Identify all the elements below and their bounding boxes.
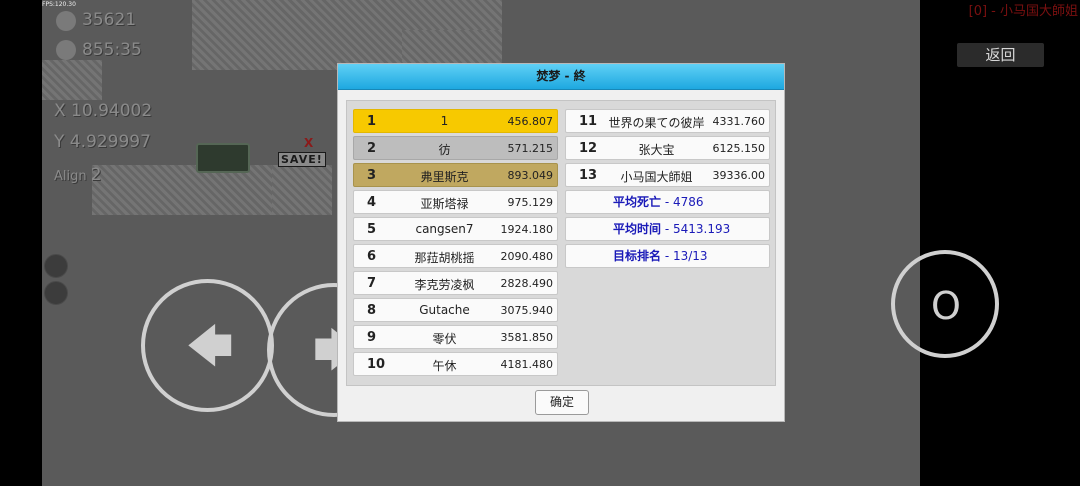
summary-stat: 目标排名 - 13/13 <box>565 244 770 268</box>
clock-icon <box>56 40 76 60</box>
clear-time: 893.049 <box>507 169 554 182</box>
clear-time: 456.807 <box>507 115 554 128</box>
save-point-chip <box>196 143 250 173</box>
ranking-row: 4 亚斯塔禄 975.129 <box>353 190 558 214</box>
summary-stat-label: 平均死亡 <box>613 195 662 209</box>
clear-time: 39336.00 <box>712 169 766 182</box>
clear-time: 4331.760 <box>712 115 766 128</box>
death-count: 35621 <box>82 10 137 30</box>
left-arrow-icon: 🡄 <box>186 319 234 373</box>
clear-time: 3075.940 <box>500 304 554 317</box>
summary-stat-value: - 4786 <box>661 195 704 209</box>
back-button[interactable]: 返回 <box>957 43 1044 67</box>
save-x-marker: X <box>304 136 314 150</box>
clear-time: 1924.180 <box>500 223 554 236</box>
player-name: 零伏 <box>432 332 457 346</box>
player-name: 弗里斯克 <box>420 170 469 184</box>
summary-stat-value: - 5413.193 <box>661 222 731 236</box>
x-coordinate: X 10.94002 <box>54 101 153 121</box>
ranking-row: 12 张大宝 6125.150 <box>565 136 770 160</box>
ranking-dialog: 焚梦 - 終 1 1 456.807 2 彷 571.215 3 弗里斯克 893.049 4 亚斯… <box>337 63 785 422</box>
wall-tile <box>272 165 332 215</box>
rank-number: 7 <box>367 276 377 291</box>
rank-number: 11 <box>579 114 598 129</box>
player-name: 世界の果ての彼岸 <box>608 116 705 130</box>
jump-button[interactable]: O <box>891 250 999 358</box>
rank-number: 8 <box>367 303 377 318</box>
save-label: SAVE! <box>278 152 326 167</box>
summary-stat-text: 平均死亡 - 4786 <box>613 191 704 213</box>
summary-stat-label: 目标排名 <box>613 249 662 263</box>
ranking-row: 7 李克劳凌枫 2828.490 <box>353 271 558 295</box>
rank-number: 6 <box>367 249 377 264</box>
clear-time: 975.129 <box>507 196 554 209</box>
player-name: 午休 <box>432 359 457 373</box>
player-name: Gutache <box>419 303 470 317</box>
ranking-row: 2 彷 571.215 <box>353 136 558 160</box>
summary-stat-label: 平均时间 <box>613 222 662 236</box>
player-corner-title: [0] - 小马国大師姐 <box>968 4 1078 19</box>
clear-time: 4181.480 <box>500 358 554 371</box>
player-name: 1 <box>440 114 449 128</box>
align-text: Align <box>54 169 87 184</box>
jump-button-label: O <box>931 284 961 328</box>
ranking-row: 5 cangsen7 1924.180 <box>353 217 558 241</box>
rank-number: 12 <box>579 141 598 156</box>
player-name: cangsen7 <box>415 222 474 236</box>
player-name: 亚斯塔禄 <box>420 197 469 211</box>
summary-stat: 平均死亡 - 4786 <box>565 190 770 214</box>
summary-stat: 平均时间 - 5413.193 <box>565 217 770 241</box>
wall-tile <box>42 60 102 100</box>
player-name: 小马国大師姐 <box>620 170 693 184</box>
ranking-row: 11 世界の果ての彼岸 4331.760 <box>565 109 770 133</box>
menu-small-button[interactable] <box>44 254 68 278</box>
rank-number: 2 <box>367 141 377 156</box>
player-name: 张大宝 <box>638 143 675 157</box>
rank-number: 4 <box>367 195 377 210</box>
ranking-row: 6 那菈胡桃摇 2090.480 <box>353 244 558 268</box>
ranking-row: 10 午休 4181.480 <box>353 352 558 376</box>
ranking-row: 1 1 456.807 <box>353 109 558 133</box>
rank-number: 9 <box>367 330 377 345</box>
rank-number: 1 <box>367 114 377 129</box>
player-name: 那菈胡桃摇 <box>414 251 475 265</box>
ranking-row: 8 Gutache 3075.940 <box>353 298 558 322</box>
clear-time: 2828.490 <box>500 277 554 290</box>
skull-icon <box>56 11 76 31</box>
dialog-title: 焚梦 - 終 <box>338 64 784 90</box>
clear-time: 2090.480 <box>500 250 554 263</box>
align-value: 2 <box>90 165 102 185</box>
rank-number: 3 <box>367 168 377 183</box>
ranking-row: 9 零伏 3581.850 <box>353 325 558 349</box>
clear-time: 571.215 <box>507 142 554 155</box>
clear-time: 3581.850 <box>500 331 554 344</box>
ranking-panel: 1 1 456.807 2 彷 571.215 3 弗里斯克 893.049 4 亚斯塔禄 975.1… <box>346 100 776 386</box>
rank-number: 10 <box>367 357 386 372</box>
ranking-row: 13 小马国大師姐 39336.00 <box>565 163 770 187</box>
summary-stat-value: - 13/13 <box>661 249 708 263</box>
player-name: 彷 <box>438 143 451 157</box>
rank-number: 5 <box>367 222 377 237</box>
left-move-button[interactable]: 🡄 <box>141 279 274 412</box>
align-label: Align 2 <box>54 165 102 185</box>
menu-small-button[interactable] <box>44 281 68 305</box>
ranking-row: 3 弗里斯克 893.049 <box>353 163 558 187</box>
summary-stat-text: 平均时间 - 5413.193 <box>613 218 730 240</box>
confirm-button[interactable]: 确定 <box>535 390 589 415</box>
rank-number: 13 <box>579 168 598 183</box>
clear-time: 6125.150 <box>712 142 766 155</box>
fps-counter: FPS:120.30 <box>42 1 76 8</box>
y-coordinate: Y 4.929997 <box>54 132 151 152</box>
summary-stat-text: 目标排名 - 13/13 <box>613 245 708 267</box>
elapsed-time: 855:35 <box>82 40 142 60</box>
player-name: 李克劳凌枫 <box>414 278 475 292</box>
